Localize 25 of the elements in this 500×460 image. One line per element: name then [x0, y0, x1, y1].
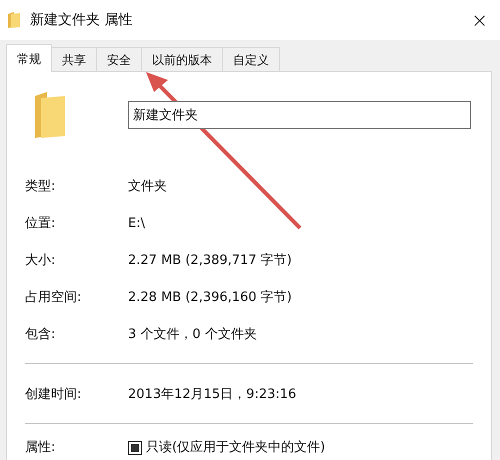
field-value: E:\: [128, 214, 145, 233]
tab[interactable]: 自定义: [223, 47, 280, 71]
checkbox[interactable]: [128, 440, 142, 455]
tab[interactable]: 共享: [52, 47, 97, 71]
field-value: 文件夹: [128, 178, 167, 196]
folder-icon: [35, 92, 65, 138]
field-value: 2013年12月15日，9:23:16: [128, 386, 296, 404]
field-value: 2.27 MB (2,389,717 字节): [128, 252, 292, 270]
tab[interactable]: 以前的版本: [142, 47, 223, 71]
field-value: 2.28 MB (2,396,160 字节): [128, 288, 292, 307]
field-label: 包含:: [25, 326, 56, 344]
field-value: 3 个文件，0 个文件夹: [128, 326, 257, 344]
close-button[interactable]: ×: [471, 10, 488, 30]
field-label: 创建时间:: [25, 386, 82, 404]
field-label: 占用空间:: [25, 288, 82, 307]
name-field[interactable]: 新建文件夹: [128, 101, 471, 129]
checkbox-label: 只读(仅应用于文件夹中的文件): [146, 439, 326, 457]
field-label: 位置:: [25, 214, 56, 233]
folder-icon: [8, 12, 20, 28]
field-label: 类型:: [25, 178, 56, 196]
field-label: 属性:: [25, 439, 56, 457]
field-label: 大小:: [25, 252, 56, 270]
tab[interactable]: 常规: [6, 44, 52, 72]
window-title: 新建文件夹 属性: [30, 10, 132, 30]
tab[interactable]: 安全: [97, 47, 142, 71]
